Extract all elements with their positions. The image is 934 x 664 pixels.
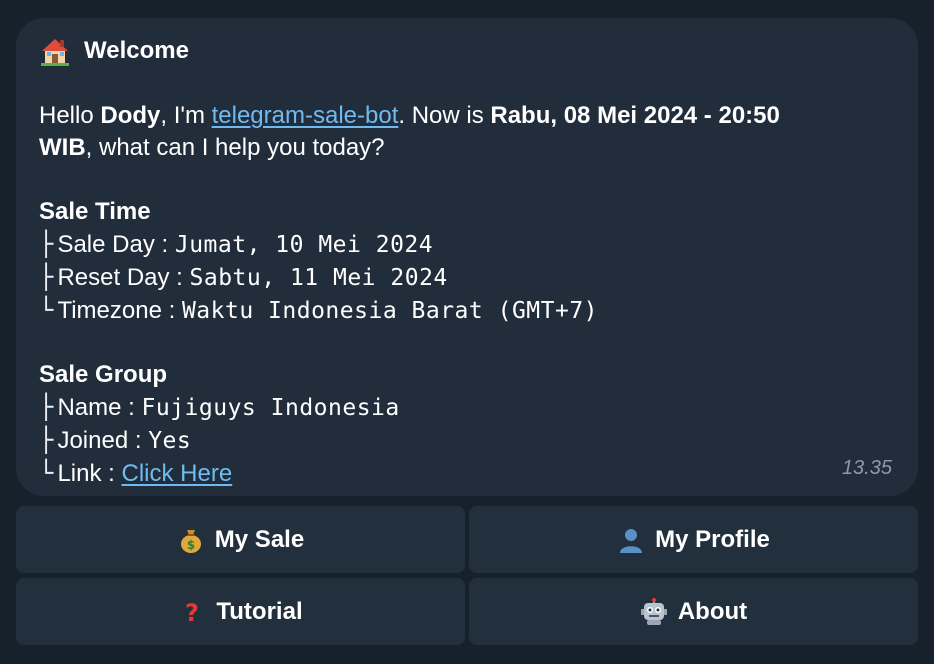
message-title-row: Welcome <box>40 36 895 66</box>
bot-link[interactable]: telegram-sale-bot <box>212 102 399 129</box>
message-title: Welcome <box>84 37 189 64</box>
user-name: Dody <box>100 102 161 129</box>
user-silhouette-icon <box>617 526 645 554</box>
reset-day-row: ├ Reset Day : Sabtu, 11 Mei 2024 <box>39 261 895 294</box>
timezone-value: Waktu Indonesia Barat (GMT+7) <box>181 298 599 324</box>
sale-group-section: Sale Group ├ Name : Fujiguys Indonesia ├ J… <box>39 359 895 490</box>
timezone-label: Timezone <box>57 297 162 324</box>
money-bag-icon: $ <box>177 526 205 554</box>
separator: : <box>121 394 142 421</box>
my-profile-button[interactable]: My Profile <box>469 506 918 573</box>
group-name-row: ├ Name : Fujiguys Indonesia <box>39 391 895 424</box>
separator: : <box>128 427 149 454</box>
separator: : <box>101 460 122 487</box>
group-link-row: └ Link : Click Here <box>39 457 895 490</box>
message-bubble: Welcome Hello Dody, I'm telegram-sale-bo… <box>16 18 918 496</box>
joined-value: Yes <box>148 428 192 454</box>
group-name-value: Fujiguys Indonesia <box>141 395 400 421</box>
sale-day-row: ├ Sale Day : Jumat, 10 Mei 2024 <box>39 228 895 261</box>
svg-text:?: ? <box>185 599 199 626</box>
tutorial-button[interactable]: ? Tutorial <box>16 578 465 645</box>
greeting-im: , I'm <box>160 102 212 129</box>
question-mark-icon: ? <box>178 598 206 627</box>
timezone-row: └ Timezone : Waktu Indonesia Barat (GMT+7… <box>39 294 895 327</box>
separator: : <box>154 231 175 258</box>
separator: : <box>169 264 190 291</box>
about-label: About <box>677 597 748 625</box>
tree-branch: └ <box>39 459 54 487</box>
tutorial-label: Tutorial <box>216 597 303 625</box>
greeting-now-is: . Now is <box>398 102 491 129</box>
tree-branch: └ <box>39 296 54 324</box>
robot-icon <box>640 597 668 626</box>
joined-row: ├ Joined : Yes <box>39 424 895 457</box>
tree-branch: ├ <box>39 230 54 258</box>
separator: : <box>161 297 182 324</box>
my-sale-label: My Sale <box>214 525 305 553</box>
tree-branch: ├ <box>39 393 54 421</box>
group-link[interactable]: Click Here <box>122 460 233 487</box>
message-timestamp: 13.35 <box>841 457 892 479</box>
sale-day-label: Sale Day <box>57 231 155 258</box>
sale-day-value: Jumat, 10 Mei 2024 <box>174 232 434 258</box>
current-timezone-abbr: WIB <box>39 134 86 161</box>
current-datetime: Rabu, 08 Mei 2024 - 20:50 <box>490 102 780 129</box>
reset-day-label: Reset Day <box>57 264 170 291</box>
about-button[interactable]: About <box>469 578 918 645</box>
my-sale-button[interactable]: $ My Sale <box>16 506 465 573</box>
group-name-label: Name <box>57 394 122 421</box>
tree-branch: ├ <box>39 426 54 454</box>
greeting-hello: Hello <box>39 102 101 129</box>
greeting-question: , what can I help you today? <box>85 134 385 161</box>
svg-text:$: $ <box>187 538 195 552</box>
tree-branch: ├ <box>39 263 54 291</box>
my-profile-label: My Profile <box>655 525 770 553</box>
reset-day-value: Sabtu, 11 Mei 2024 <box>189 265 448 291</box>
sale-group-heading: Sale Group <box>39 361 168 388</box>
joined-label: Joined <box>57 427 129 454</box>
greeting-paragraph: Hello Dody, I'm telegram-sale-bot. Now i… <box>39 100 895 164</box>
house-icon <box>40 36 70 66</box>
sale-time-heading: Sale Time <box>39 198 151 225</box>
sale-time-section: Sale Time ├ Sale Day : Jumat, 10 Mei 2024… <box>39 196 895 327</box>
group-link-label: Link <box>57 460 102 487</box>
